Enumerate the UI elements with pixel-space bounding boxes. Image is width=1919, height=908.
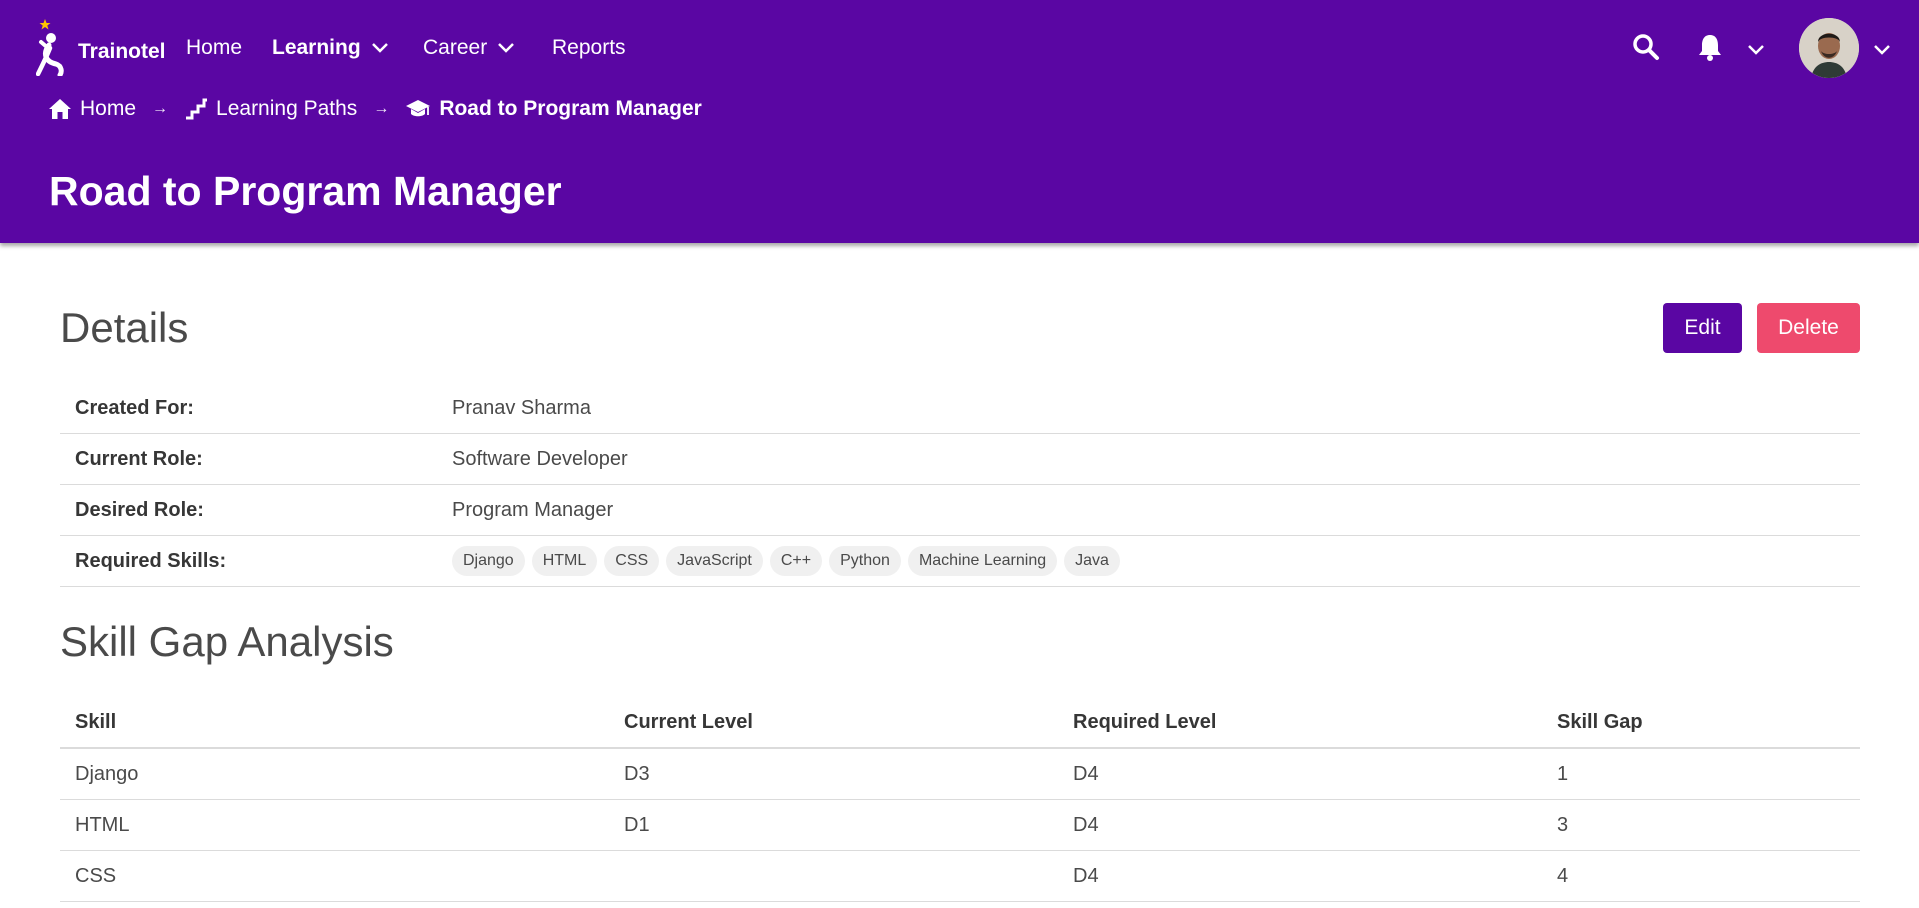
nav-reports[interactable]: Reports (552, 36, 626, 60)
breadcrumb-separator: → (373, 100, 390, 117)
skill-gap-table: Skill Current Level Required Level Skill… (60, 697, 1860, 902)
current-level-cell: D1 (609, 799, 1058, 851)
nav-career[interactable]: Career (423, 36, 515, 60)
required-level-cell: D4 (1058, 748, 1542, 800)
details-heading: Details (60, 304, 189, 351)
nav-reports-label: Reports (552, 36, 626, 59)
skill-tag: CSS (604, 546, 660, 576)
current-role-value: Software Developer (437, 433, 1860, 485)
user-avatar[interactable] (1799, 18, 1859, 78)
skill-cell: CSS (60, 850, 609, 902)
details-row-required-skills: Required Skills: Django HTML CSS JavaScript… (60, 535, 1860, 587)
skill-gap-cell: 3 (1542, 799, 1860, 851)
navbar: Trainotel Home Learning Career Reports (0, 0, 1919, 96)
current-level-cell (609, 850, 1058, 902)
stairs-icon (186, 98, 208, 120)
required-level-cell: D4 (1058, 850, 1542, 902)
bell-icon (1699, 35, 1721, 61)
breadcrumb-current-label: Road to Program Manager (439, 97, 702, 120)
skill-tag: Java (1064, 546, 1120, 576)
created-for-value: Pranav Sharma (437, 383, 1860, 434)
chevron-down-icon (1874, 45, 1890, 55)
details-row-current-role: Current Role: Software Developer (60, 433, 1860, 485)
nav-learning[interactable]: Learning (272, 36, 389, 60)
skill-tag: C++ (769, 546, 823, 576)
current-role-label: Current Role: (60, 433, 437, 485)
breadcrumb-separator: → (152, 100, 169, 117)
notifications-dropdown[interactable] (1747, 43, 1765, 61)
breadcrumb-home-label: Home (80, 97, 137, 120)
breadcrumb-learning-paths-label: Learning Paths (216, 97, 358, 120)
skill-cell: HTML (60, 799, 609, 851)
required-skills-tags: Django HTML CSS JavaScript C++ Python Machine … (437, 535, 1860, 587)
notifications-button[interactable] (1697, 33, 1723, 66)
brand-name: Trainotel (78, 40, 166, 63)
graduation-cap-icon (406, 100, 431, 117)
skill-cell: Django (60, 748, 609, 800)
breadcrumb: Home → Learning Paths → Road to Program … (48, 94, 702, 124)
skill-tag: Python (829, 546, 901, 576)
nav-home[interactable]: Home (186, 36, 242, 60)
desired-role-label: Desired Role: (60, 484, 437, 536)
search-icon (1633, 34, 1659, 60)
current-level-cell: D3 (609, 748, 1058, 800)
nav-home-label: Home (186, 36, 243, 59)
chevron-down-icon (1748, 45, 1764, 55)
user-menu-dropdown[interactable] (1873, 43, 1891, 61)
skill-tag: JavaScript (666, 546, 763, 576)
delete-button[interactable]: Delete (1757, 303, 1860, 353)
skill-gap-header-row: Skill Current Level Required Level Skill… (60, 697, 1860, 749)
details-row-created-for: Created For: Pranav Sharma (60, 383, 1860, 434)
column-header-skill-gap: Skill Gap (1542, 697, 1860, 749)
column-header-current-level: Current Level (609, 697, 1058, 749)
required-level-cell: D4 (1058, 799, 1542, 851)
page-title: Road to Program Manager (49, 168, 562, 214)
chevron-down-icon (498, 43, 515, 53)
details-row-desired-role: Desired Role: Program Manager (60, 484, 1860, 536)
top-header: Trainotel Home Learning Career Reports H… (0, 0, 1919, 243)
nav-career-label: Career (423, 36, 488, 59)
column-header-required-level: Required Level (1058, 697, 1542, 749)
breadcrumb-learning-paths[interactable]: Learning Paths (184, 97, 357, 121)
trainotel-logo-icon (36, 19, 64, 76)
created-for-label: Created For: (60, 383, 437, 434)
user-photo-icon (1799, 18, 1859, 78)
skill-tag: HTML (531, 546, 598, 576)
column-header-skill: Skill (60, 697, 609, 749)
table-row: Django D3 D4 1 (60, 748, 1860, 800)
table-row: CSS D4 4 (60, 850, 1860, 902)
edit-button[interactable]: Edit (1663, 303, 1742, 353)
skill-tag: Django (452, 546, 525, 576)
home-icon (49, 99, 71, 119)
table-row: HTML D1 D4 3 (60, 799, 1860, 851)
breadcrumb-current: Road to Program Manager (405, 97, 702, 121)
search-button[interactable] (1632, 33, 1660, 66)
breadcrumb-home[interactable]: Home (48, 97, 136, 121)
desired-role-value: Program Manager (437, 484, 1860, 536)
details-table: Created For: Pranav Sharma Current Role:… (60, 383, 1860, 587)
required-skills-label: Required Skills: (60, 535, 437, 587)
skill-gap-heading: Skill Gap Analysis (60, 618, 394, 665)
nav-learning-label: Learning (272, 36, 361, 59)
chevron-down-icon (371, 43, 388, 53)
skill-gap-cell: 1 (1542, 748, 1860, 800)
skill-gap-cell: 4 (1542, 850, 1860, 902)
brand-logo[interactable]: Trainotel (36, 18, 166, 76)
skill-tag: Machine Learning (907, 546, 1058, 576)
